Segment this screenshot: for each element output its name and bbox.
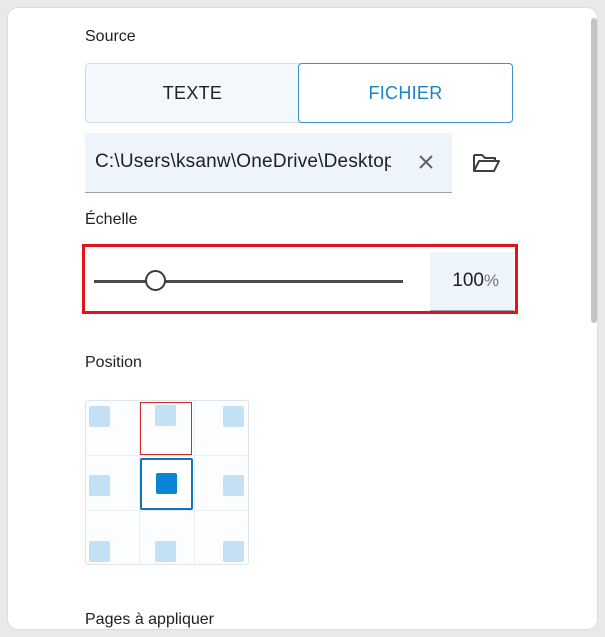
scale-input[interactable]: 100 %: [430, 252, 514, 311]
grid-divider: [86, 455, 248, 456]
position-top-left[interactable]: [89, 406, 110, 427]
position-grid: [85, 400, 249, 565]
position-label: Position: [85, 354, 142, 371]
position-bottom-center[interactable]: [155, 541, 176, 562]
scale-slider-track[interactable]: [94, 280, 403, 283]
fichier-tab[interactable]: FICHIER: [298, 63, 513, 123]
folder-open-icon[interactable]: [471, 150, 501, 176]
position-top-center[interactable]: [155, 405, 176, 426]
grid-divider: [86, 510, 248, 511]
scale-unit: %: [483, 271, 499, 290]
position-bottom-left[interactable]: [89, 541, 110, 562]
position-middle-left[interactable]: [89, 475, 110, 496]
watermark-settings-panel: Source TEXTE FICHIER C:\Users\ksanw\OneD…: [8, 8, 597, 629]
file-path-field[interactable]: C:\Users\ksanw\OneDrive\Desktop: [85, 133, 452, 193]
source-label: Source: [85, 28, 136, 45]
file-path-value[interactable]: C:\Users\ksanw\OneDrive\Desktop: [95, 151, 391, 173]
grid-divider: [194, 401, 195, 564]
position-middle-right[interactable]: [223, 475, 244, 496]
scale-value[interactable]: 100: [452, 270, 484, 292]
pages-to-apply-label: Pages à appliquer: [85, 611, 214, 628]
clear-icon[interactable]: [415, 151, 437, 173]
position-middle-center[interactable]: [140, 458, 193, 510]
scale-control-group: 100 %: [82, 244, 518, 314]
scale-label: Échelle: [85, 211, 138, 228]
texte-tab[interactable]: TEXTE: [86, 64, 299, 122]
selected-position-marker: [156, 473, 177, 494]
source-mode-toggle: TEXTE FICHIER: [85, 63, 513, 123]
position-bottom-right[interactable]: [223, 541, 244, 562]
scale-slider-thumb[interactable]: [145, 270, 166, 291]
scrollbar-thumb[interactable]: [591, 18, 597, 323]
position-top-right[interactable]: [223, 406, 244, 427]
